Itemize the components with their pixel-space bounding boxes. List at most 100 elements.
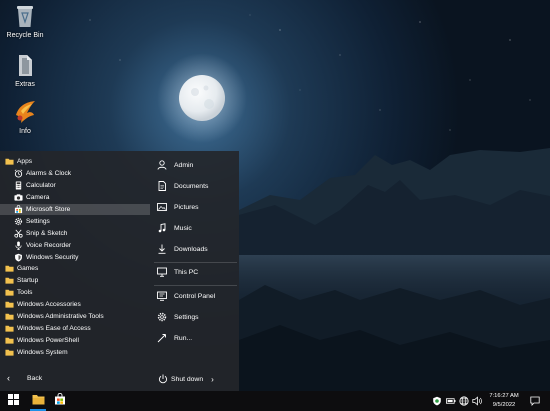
place-label: This PC — [174, 268, 199, 276]
folder-icon — [5, 324, 14, 333]
app-folder-startup[interactable]: Startup — [0, 275, 150, 287]
app-folder-games[interactable]: Games — [0, 263, 150, 275]
taskbar-file-explorer-button[interactable] — [27, 391, 49, 411]
shield-icon — [14, 253, 23, 262]
taskbar-store-button[interactable] — [49, 391, 71, 411]
clock-time: 7:16:27 AM — [489, 393, 519, 399]
gear-icon — [157, 312, 167, 322]
back-button[interactable]: ‹ Back — [0, 370, 150, 386]
start-icon — [8, 392, 19, 410]
place-music[interactable]: Music — [150, 220, 239, 236]
places-divider — [154, 262, 237, 263]
app-settings[interactable]: Settings — [0, 215, 150, 227]
shut-down-button[interactable]: Shut down › — [150, 371, 239, 387]
start-button[interactable] — [0, 391, 27, 411]
place-admin[interactable]: Admin — [150, 157, 239, 173]
place-label: Music — [174, 224, 192, 232]
app-folder-apps[interactable]: Apps — [0, 156, 150, 168]
app-folder-tools[interactable]: Tools — [0, 287, 150, 299]
music-icon — [157, 223, 167, 233]
start-menu-places-panel: Admin Documents Pictures Music Downloads… — [150, 151, 239, 391]
network-icon[interactable] — [459, 396, 469, 406]
place-label: Admin — [174, 161, 194, 169]
power-icon — [158, 374, 168, 384]
app-label: Windows Administrative Tools — [17, 313, 104, 321]
extras-icon — [13, 52, 37, 78]
battery-icon[interactable] — [446, 396, 456, 406]
app-snip-sketch[interactable]: Snip & Sketch — [0, 227, 150, 239]
app-folder-windows-administrative-tools[interactable]: Windows Administrative Tools — [0, 311, 150, 323]
desktop-icon-info[interactable]: Info — [0, 99, 50, 135]
app-alarms-clock[interactable]: Alarms & Clock — [0, 168, 150, 180]
place-control-panel[interactable]: Control Panel — [150, 288, 239, 304]
app-label: Windows System — [17, 348, 68, 356]
app-folder-windows-powershell[interactable]: Windows PowerShell — [0, 334, 150, 346]
control-panel-icon — [157, 291, 167, 301]
folder-icon — [5, 300, 14, 309]
computer-icon — [157, 267, 167, 277]
app-label: Apps — [17, 158, 33, 166]
app-label: Settings — [26, 217, 50, 225]
app-label: Startup — [17, 277, 39, 285]
clock-date: 9/5/2022 — [492, 402, 516, 408]
places-divider — [154, 285, 237, 286]
app-label: Windows Accessories — [17, 301, 81, 309]
app-label: Microsoft Store — [26, 206, 71, 213]
chevron-left-icon: ‹ — [7, 372, 10, 383]
place-settings[interactable]: Settings — [150, 309, 239, 325]
place-pictures[interactable]: Pictures — [150, 199, 239, 215]
app-list: Apps Alarms & Clock Calculator Camera Mi… — [0, 156, 150, 358]
run-icon — [157, 333, 167, 343]
microphone-icon — [14, 241, 23, 250]
chevron-right-icon[interactable]: › — [211, 375, 214, 384]
place-this-pc[interactable]: This PC — [150, 264, 239, 280]
gear-icon — [14, 217, 23, 226]
app-folder-windows-ease-of-access[interactable]: Windows Ease of Access — [0, 322, 150, 334]
place-label: Run... — [174, 334, 193, 342]
desktop-icon-recycle-bin[interactable]: Recycle Bin — [0, 3, 50, 39]
place-downloads[interactable]: Downloads — [150, 241, 239, 257]
app-folder-windows-system[interactable]: Windows System — [0, 346, 150, 358]
taskbar-clock[interactable]: 7:16:27 AM 9/5/2022 — [484, 392, 524, 410]
info-logo-icon — [13, 99, 37, 125]
volume-icon[interactable] — [472, 396, 482, 406]
camera-icon — [14, 193, 23, 202]
desktop-icon-extras[interactable]: Extras — [0, 52, 50, 88]
calculator-icon — [14, 181, 23, 190]
place-documents[interactable]: Documents — [150, 178, 239, 194]
app-label: Alarms & Clock — [26, 170, 72, 178]
folder-icon — [5, 312, 14, 321]
folder-icon — [5, 264, 14, 273]
app-microsoft-store[interactable]: Microsoft Store — [0, 203, 150, 216]
folder-icon — [5, 336, 14, 345]
app-calculator[interactable]: Calculator — [0, 180, 150, 192]
shut-down-label: Shut down — [171, 375, 204, 383]
app-windows-security[interactable]: Windows Security — [0, 251, 150, 263]
app-label: Windows Security — [26, 253, 79, 261]
user-icon — [157, 160, 167, 170]
place-label: Settings — [174, 313, 199, 321]
desktop-icon-label: Info — [19, 128, 31, 135]
documents-icon — [157, 181, 167, 191]
place-run[interactable]: Run... — [150, 330, 239, 346]
pictures-icon — [157, 202, 167, 212]
place-label: Downloads — [174, 245, 208, 253]
store-icon — [54, 392, 66, 410]
start-menu-app-list-panel: Apps Alarms & Clock Calculator Camera Mi… — [0, 151, 150, 391]
app-label: Voice Recorder — [26, 241, 72, 249]
place-label: Control Panel — [174, 292, 216, 300]
folder-icon — [5, 288, 14, 297]
security-tray-icon[interactable] — [432, 396, 442, 406]
app-folder-windows-accessories[interactable]: Windows Accessories — [0, 299, 150, 311]
alarm-clock-icon — [14, 169, 23, 178]
taskbar: 7:16:27 AM 9/5/2022 — [0, 391, 550, 411]
notification-icon[interactable] — [530, 396, 540, 406]
downloads-icon — [157, 244, 167, 254]
recycle-bin-icon — [13, 3, 37, 29]
app-label: Tools — [17, 289, 33, 297]
app-label: Calculator — [26, 182, 56, 190]
app-voice-recorder[interactable]: Voice Recorder — [0, 239, 150, 251]
snip-icon — [14, 229, 23, 238]
place-label: Pictures — [174, 203, 199, 211]
app-camera[interactable]: Camera — [0, 192, 150, 204]
